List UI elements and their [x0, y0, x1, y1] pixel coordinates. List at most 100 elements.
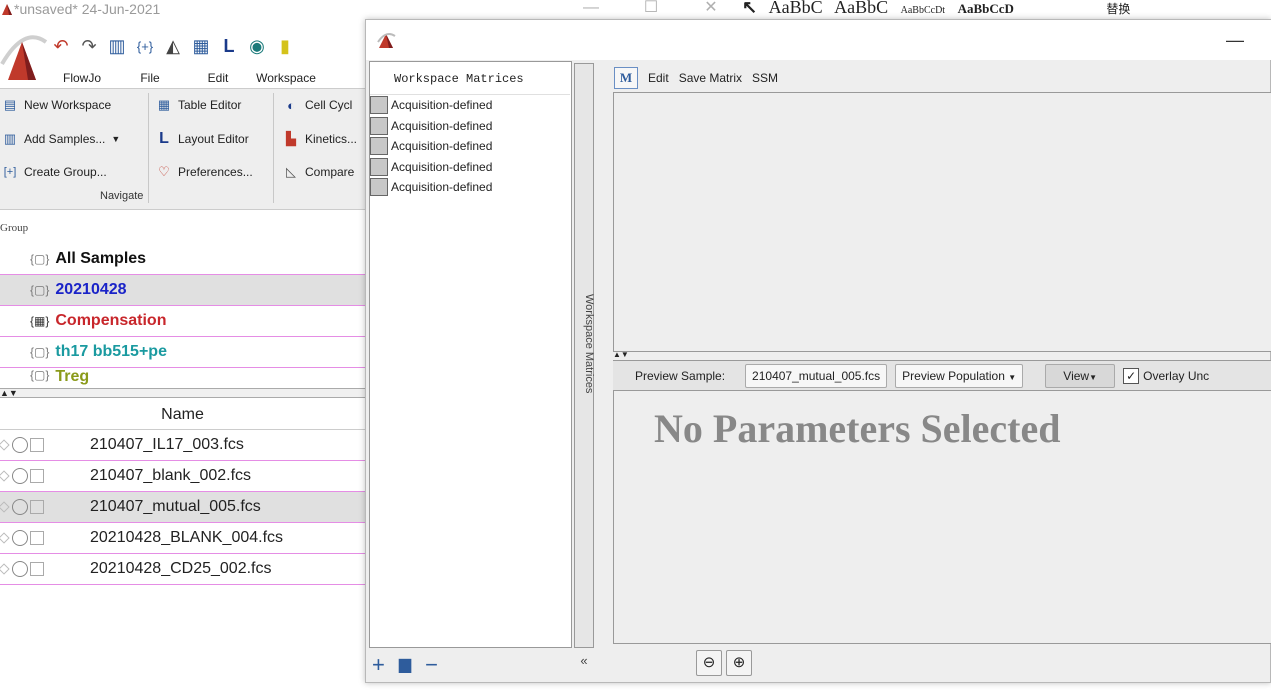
- table-row[interactable]: 210407_blank_002.fcs: [0, 461, 365, 492]
- matrix-label: Acquisition-defined: [391, 139, 493, 153]
- flowjo-logo-icon: [377, 33, 396, 48]
- compensation-matrix-icon: {▦}: [30, 314, 50, 328]
- add-icon[interactable]: +: [372, 654, 385, 676]
- checkbox[interactable]: [30, 531, 44, 545]
- preferences-label: Preferences...: [178, 165, 253, 179]
- radio-button[interactable]: [12, 561, 28, 577]
- preferences-button[interactable]: ♡ Preferences...: [156, 164, 253, 180]
- group-icon: {▢}: [30, 368, 50, 382]
- group-row-compensation[interactable]: {▦} Compensation: [0, 306, 365, 337]
- matrix-icon[interactable]: M: [614, 67, 638, 89]
- tab-edit[interactable]: Edit: [184, 68, 252, 88]
- group-label: Compensation: [55, 312, 167, 329]
- matrix-editor-area: [613, 92, 1271, 352]
- matrix-label: Acquisition-defined: [391, 160, 493, 174]
- radio-button[interactable]: [12, 530, 28, 546]
- list-item[interactable]: Acquisition-defined: [370, 157, 570, 177]
- add-samples-button[interactable]: ▥ Add Samples... ▼: [2, 131, 120, 147]
- create-group-icon[interactable]: {+}: [134, 35, 156, 57]
- table-editor-icon[interactable]: ▦: [190, 35, 212, 57]
- edit-menu[interactable]: Edit: [648, 71, 669, 85]
- create-group-button[interactable]: [+] Create Group...: [2, 164, 107, 180]
- workspace-matrices-side-tab[interactable]: Workspace Matrices: [574, 63, 595, 648]
- tab-file[interactable]: File: [116, 68, 184, 88]
- diamond-icon: [0, 439, 10, 451]
- cell-cycle-button[interactable]: ◐ Cell Cycl: [283, 97, 352, 113]
- ribbon-separator: [148, 93, 149, 203]
- table-row[interactable]: 210407_mutual_005.fcs: [0, 492, 365, 523]
- preview-population-select[interactable]: Preview Population ▼: [895, 363, 1024, 388]
- collapse-panel-button[interactable]: «: [574, 648, 594, 674]
- minimize-icon[interactable]: —: [576, 0, 606, 18]
- ssm-button[interactable]: SSM: [752, 71, 778, 85]
- kinetics-button[interactable]: ▙ Kinetics...: [283, 131, 357, 147]
- checkbox[interactable]: [30, 562, 44, 576]
- compare-button[interactable]: ◺ Compare: [283, 164, 354, 180]
- word-style-3: AaBbCcDt: [900, 5, 946, 16]
- table-editor-button[interactable]: ▦ Table Editor: [156, 97, 242, 113]
- ribbon-separator: [273, 93, 274, 203]
- zoom-out-icon[interactable]: ⊖: [696, 650, 722, 676]
- new-workspace-button[interactable]: ▤ New Workspace: [2, 97, 111, 113]
- tab-flowjo[interactable]: FlowJo: [48, 68, 116, 88]
- background-word-ribbon: ↖ AaBbC AaBbC AaBbCcDt AaBbCcD 替换: [742, 0, 1271, 18]
- split-pane-handle[interactable]: ▲▼: [0, 388, 365, 398]
- sample-name: 210407_blank_002.fcs: [90, 467, 252, 484]
- minimize-icon[interactable]: —: [1226, 30, 1244, 51]
- matrix-swatch-icon: [370, 96, 388, 114]
- plugin-icon[interactable]: ▮: [274, 35, 296, 57]
- workspace-matrices-panel: Workspace Matrices Acquisition-defined A…: [369, 61, 572, 648]
- radio-button[interactable]: [12, 437, 28, 453]
- preview-sample-label: Preview Sample:: [635, 368, 726, 383]
- tab-workspace[interactable]: Workspace: [252, 68, 320, 88]
- radio-button[interactable]: [12, 468, 28, 484]
- redo-icon[interactable]: ↷: [78, 35, 100, 57]
- histogram-icon[interactable]: ◭: [162, 35, 184, 57]
- split-pane-handle[interactable]: ▲▼: [613, 351, 1271, 360]
- name-column-header[interactable]: Name: [0, 400, 365, 430]
- close-icon[interactable]: ✕: [696, 0, 726, 18]
- table-row[interactable]: 20210428_BLANK_004.fcs: [0, 523, 365, 554]
- list-item[interactable]: Acquisition-defined: [370, 116, 570, 136]
- undo-icon[interactable]: ↶: [50, 35, 72, 57]
- diamond-icon: [0, 501, 10, 513]
- group-row-th17[interactable]: {▢} th17 bb515+pe: [0, 337, 365, 368]
- group-row-all-samples[interactable]: {▢} All Samples: [0, 244, 365, 275]
- matrix-swatch-icon: [370, 178, 388, 196]
- maximize-icon[interactable]: ☐: [636, 0, 666, 18]
- view-menu-button[interactable]: View▼: [1045, 363, 1116, 388]
- preview-population-label: Preview Population: [902, 368, 1005, 383]
- overlay-label: Overlay Unc: [1143, 368, 1210, 383]
- list-item[interactable]: Acquisition-defined: [370, 177, 570, 197]
- matrix-swatch-icon: [370, 158, 388, 176]
- matrix-list-toolbar: + ▆ −: [372, 654, 438, 676]
- table-row[interactable]: 20210428_CD25_002.fcs: [0, 554, 365, 585]
- group-label: All Samples: [55, 250, 147, 267]
- duplicate-icon[interactable]: ▆: [399, 654, 411, 676]
- checkbox[interactable]: [30, 438, 44, 452]
- cell-cycle-icon[interactable]: ◉: [246, 35, 268, 57]
- zoom-in-icon[interactable]: ⊕: [726, 650, 752, 676]
- group-icon: {▢}: [30, 345, 50, 359]
- word-style-2: AaBbC: [834, 0, 889, 17]
- checkbox[interactable]: [30, 500, 44, 514]
- layout-editor-icon[interactable]: L: [218, 35, 240, 57]
- list-item[interactable]: Acquisition-defined: [370, 95, 570, 115]
- radio-button[interactable]: [12, 499, 28, 515]
- matrix-toolbar: M Edit Save Matrix SSM: [614, 66, 778, 90]
- list-item[interactable]: Acquisition-defined: [370, 136, 570, 156]
- remove-icon[interactable]: −: [425, 654, 438, 676]
- layout-editor-button[interactable]: L Layout Editor: [156, 130, 249, 147]
- kinetics-label: Kinetics...: [305, 132, 358, 146]
- table-row[interactable]: 210407_IL17_003.fcs: [0, 430, 365, 461]
- preview-sample-select[interactable]: 210407_mutual_005.fcs: [745, 363, 888, 388]
- overlay-checkbox[interactable]: ✓ Overlay Unc: [1123, 367, 1210, 384]
- create-group-label: Create Group...: [24, 165, 107, 179]
- add-samples-icon[interactable]: ▥: [106, 35, 128, 57]
- sample-name: 20210428_BLANK_004.fcs: [90, 529, 284, 546]
- save-matrix-button[interactable]: Save Matrix: [679, 71, 742, 85]
- group-row-20210428[interactable]: {▢} 20210428: [0, 275, 365, 306]
- group-row-treg[interactable]: {▢} Treg: [0, 368, 365, 388]
- matrix-label: Acquisition-defined: [391, 119, 493, 133]
- checkbox[interactable]: [30, 469, 44, 483]
